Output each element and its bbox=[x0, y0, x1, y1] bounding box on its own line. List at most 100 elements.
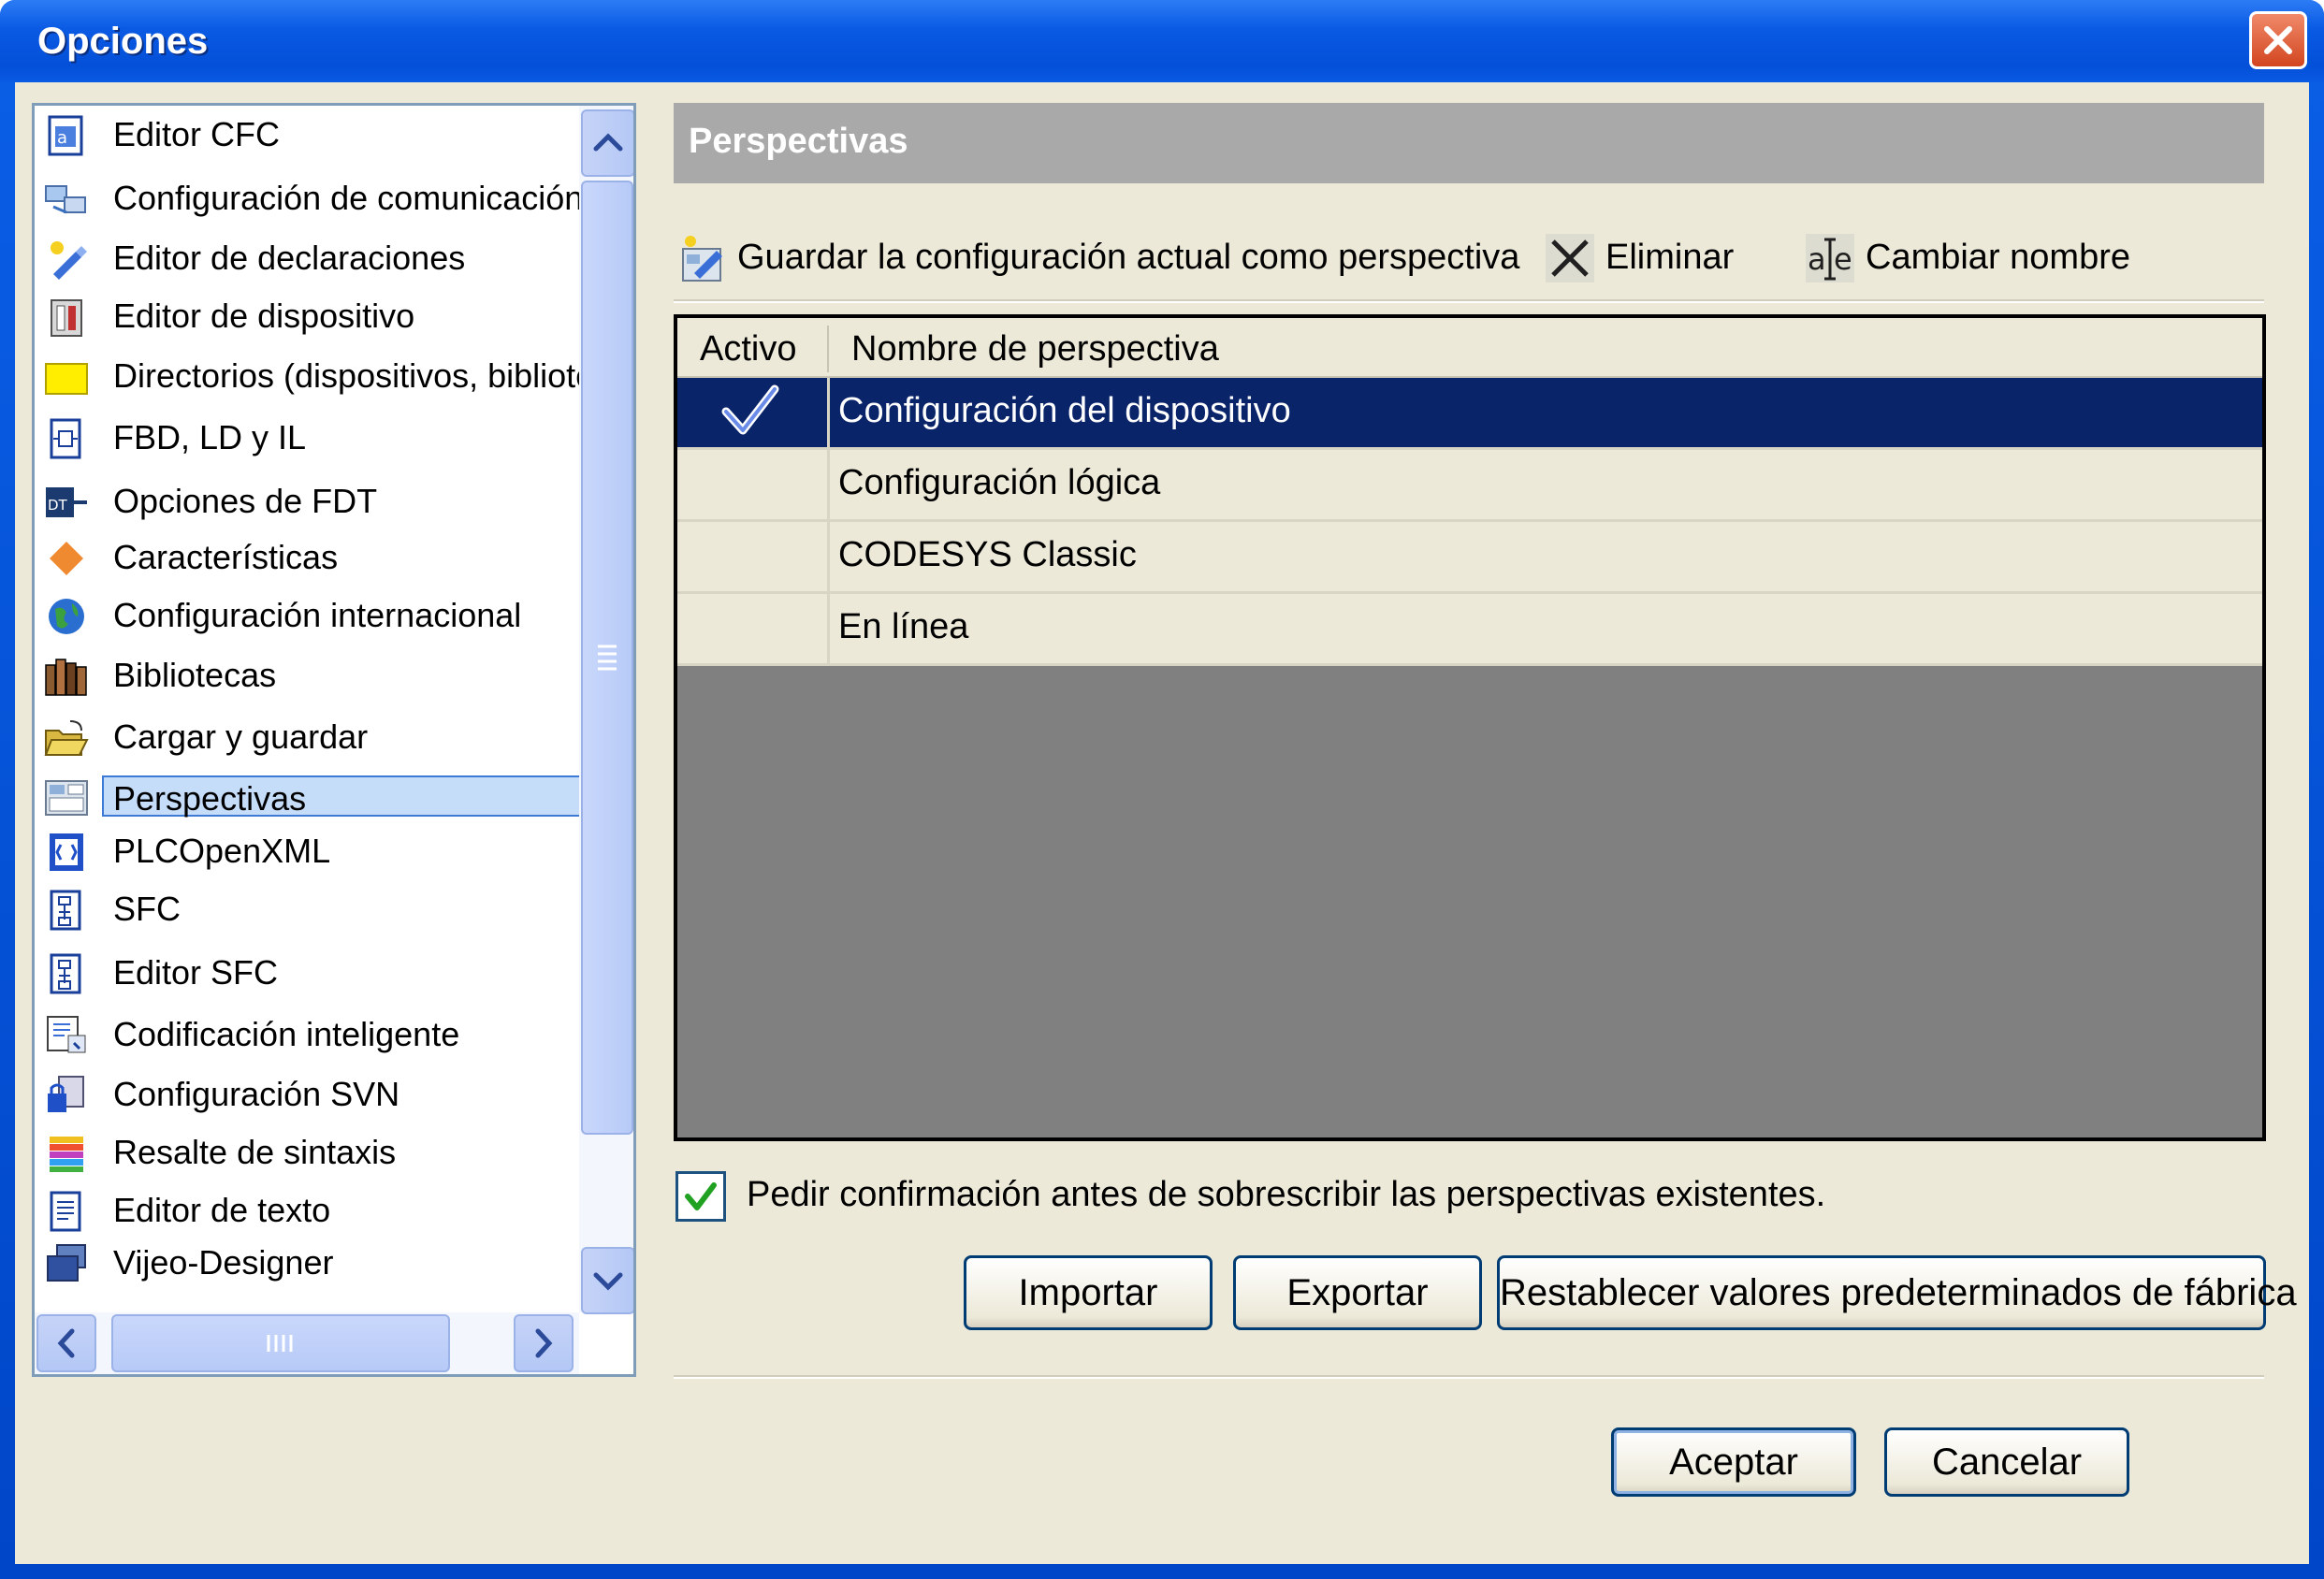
tree-item-vijeo-designer[interactable]: Vijeo-Designer bbox=[35, 1238, 577, 1290]
horizontal-scroll-thumb[interactable] bbox=[111, 1314, 450, 1372]
tree-item-sfc-editor[interactable]: Editor SFC bbox=[35, 948, 577, 1000]
tree-item-label: Perspectivas bbox=[102, 775, 603, 818]
tree-item-declarations[interactable]: Editor de declaraciones bbox=[35, 233, 577, 285]
tree-item-label: Editor de texto bbox=[113, 1191, 331, 1229]
delete-button[interactable]: Eliminar bbox=[1544, 230, 1750, 286]
tree-item-label: Configuración de comunicación bbox=[113, 179, 584, 217]
perspective-name[interactable]: En línea bbox=[838, 607, 968, 647]
table-row[interactable]: CODESYS Classic bbox=[677, 522, 2262, 594]
fbd-icon bbox=[50, 418, 81, 459]
open-folder-icon bbox=[44, 720, 89, 756]
text-editor-icon bbox=[50, 1191, 81, 1232]
rename-icon: ae bbox=[1806, 234, 1854, 282]
column-divider[interactable] bbox=[827, 326, 829, 372]
svg-text:a: a bbox=[1808, 241, 1826, 277]
tree-item-device-editor[interactable]: Editor de dispositivo bbox=[35, 291, 577, 343]
save-perspective-button[interactable]: Guardar la configuración actual como per… bbox=[675, 230, 1519, 286]
tree-item-label: Bibliotecas bbox=[113, 656, 277, 694]
tree-vertical-scrollbar[interactable] bbox=[579, 106, 633, 1314]
tree-item-label: SFC bbox=[113, 890, 181, 928]
smart-coding-icon bbox=[47, 1016, 86, 1053]
tree-item-label: Editor de dispositivo bbox=[113, 297, 415, 335]
check-icon bbox=[685, 1182, 717, 1210]
tree-item-text-editor[interactable]: Editor de texto bbox=[35, 1185, 577, 1238]
confirm-overwrite-label: Pedir confirmación antes de sobrescribir… bbox=[747, 1175, 1826, 1214]
section-title: Perspectivas bbox=[689, 122, 908, 161]
table-header: Activo Nombre de perspectiva bbox=[677, 318, 2262, 378]
tree-item-perspectives[interactable]: Perspectivas bbox=[35, 772, 603, 824]
perspective-name[interactable]: Configuración lógica bbox=[838, 463, 1160, 503]
globe-icon bbox=[49, 599, 84, 634]
active-cell[interactable] bbox=[677, 594, 830, 663]
tree-item-international[interactable]: Configuración internacional bbox=[35, 590, 577, 643]
scroll-left-button[interactable] bbox=[36, 1314, 96, 1372]
scroll-down-button[interactable] bbox=[581, 1247, 633, 1314]
plcopenxml-icon bbox=[50, 833, 83, 871]
grip-icon bbox=[267, 1335, 293, 1352]
scroll-up-button[interactable] bbox=[581, 109, 633, 177]
table-row[interactable]: Configuración lógica bbox=[677, 450, 2262, 522]
confirm-overwrite-checkbox[interactable] bbox=[675, 1171, 726, 1222]
tree-item-libraries[interactable]: Bibliotecas bbox=[35, 650, 577, 703]
vijeo-icon bbox=[47, 1244, 86, 1282]
close-icon bbox=[2264, 26, 2292, 54]
toolbar-separator bbox=[674, 299, 2264, 303]
active-cell[interactable] bbox=[677, 522, 830, 591]
svg-text:DT: DT bbox=[48, 497, 68, 514]
tree-item-label: Características bbox=[113, 538, 339, 576]
column-header-name[interactable]: Nombre de perspectiva bbox=[851, 329, 1219, 369]
tree-item-label: PLCOpenXML bbox=[113, 832, 331, 870]
communication-icon bbox=[45, 185, 86, 214]
tree-item-svn[interactable]: Configuración SVN bbox=[35, 1069, 577, 1122]
table-row[interactable]: En línea bbox=[677, 594, 2262, 666]
folder-icon bbox=[45, 363, 88, 395]
perspectives-table[interactable]: Activo Nombre de perspectiva Configuraci… bbox=[674, 314, 2266, 1141]
export-button[interactable]: Exportar bbox=[1233, 1255, 1482, 1330]
scroll-right-button[interactable] bbox=[514, 1314, 574, 1372]
perspectives-icon bbox=[45, 780, 88, 816]
tree-item-features[interactable]: Características bbox=[35, 532, 577, 585]
options-category-tree[interactable]: a Editor CFC Configuración de comunicaci… bbox=[32, 103, 636, 1377]
tree-item-label: Cargar y guardar bbox=[113, 717, 369, 756]
tree-item-fbd-ld-il[interactable]: FBD, LD y IL bbox=[35, 413, 577, 465]
cancel-button[interactable]: Cancelar bbox=[1884, 1427, 2129, 1497]
tree-item-communication[interactable]: Configuración de comunicación bbox=[35, 173, 583, 225]
reset-defaults-button[interactable]: Restablecer valores predeterminados de f… bbox=[1497, 1255, 2297, 1330]
scroll-thumb[interactable] bbox=[581, 181, 633, 1135]
diamond-icon bbox=[50, 542, 83, 575]
declarations-icon bbox=[51, 241, 87, 280]
perspective-name[interactable]: Configuración del dispositivo bbox=[838, 391, 1291, 431]
rename-label: Cambiar nombre bbox=[1866, 238, 2130, 277]
tree-item-fdt-options[interactable]: DT Opciones de FDT bbox=[35, 476, 577, 529]
chevron-right-icon bbox=[535, 1328, 553, 1358]
tree-item-directories[interactable]: Directorios (dispositivos, bibliotecas bbox=[35, 351, 633, 403]
tree-item-smart-coding[interactable]: Codificación inteligente bbox=[35, 1009, 577, 1062]
rename-button[interactable]: ae Cambiar nombre bbox=[1804, 230, 2141, 286]
tree-item-load-save[interactable]: Cargar y guardar bbox=[35, 712, 577, 764]
window-title: Opciones bbox=[37, 21, 209, 62]
column-header-active[interactable]: Activo bbox=[700, 329, 796, 369]
delete-label: Eliminar bbox=[1605, 238, 1735, 277]
ok-button[interactable]: Aceptar bbox=[1611, 1427, 1856, 1497]
tree-horizontal-scrollbar[interactable] bbox=[35, 1312, 579, 1374]
grip-icon bbox=[598, 645, 617, 671]
import-button[interactable]: Importar bbox=[964, 1255, 1213, 1330]
title-bar[interactable]: Opciones bbox=[0, 0, 2324, 82]
tree-item-editor-cfc[interactable]: a Editor CFC bbox=[35, 109, 577, 162]
svg-text:e: e bbox=[1834, 241, 1852, 277]
tree-item-sfc[interactable]: SFC bbox=[35, 884, 577, 936]
section-header: Perspectivas bbox=[674, 103, 2264, 183]
close-button[interactable] bbox=[2249, 11, 2307, 69]
tree-item-label: Directorios (dispositivos, bibliotecas bbox=[113, 356, 636, 395]
active-cell[interactable] bbox=[677, 378, 830, 447]
active-cell[interactable] bbox=[677, 450, 830, 519]
tree-item-plcopenxml[interactable]: PLCOpenXML bbox=[35, 826, 577, 878]
delete-icon bbox=[1546, 234, 1594, 282]
fdt-icon: DT bbox=[46, 487, 87, 517]
perspective-name[interactable]: CODESYS Classic bbox=[838, 535, 1137, 575]
chevron-down-icon bbox=[593, 1272, 623, 1291]
tree-item-label: Editor de declaraciones bbox=[113, 239, 466, 277]
chevron-up-icon bbox=[593, 133, 623, 152]
tree-item-syntax-highlight[interactable]: Resalte de sintaxis bbox=[35, 1127, 577, 1180]
table-row[interactable]: Configuración del dispositivo bbox=[677, 378, 2262, 450]
